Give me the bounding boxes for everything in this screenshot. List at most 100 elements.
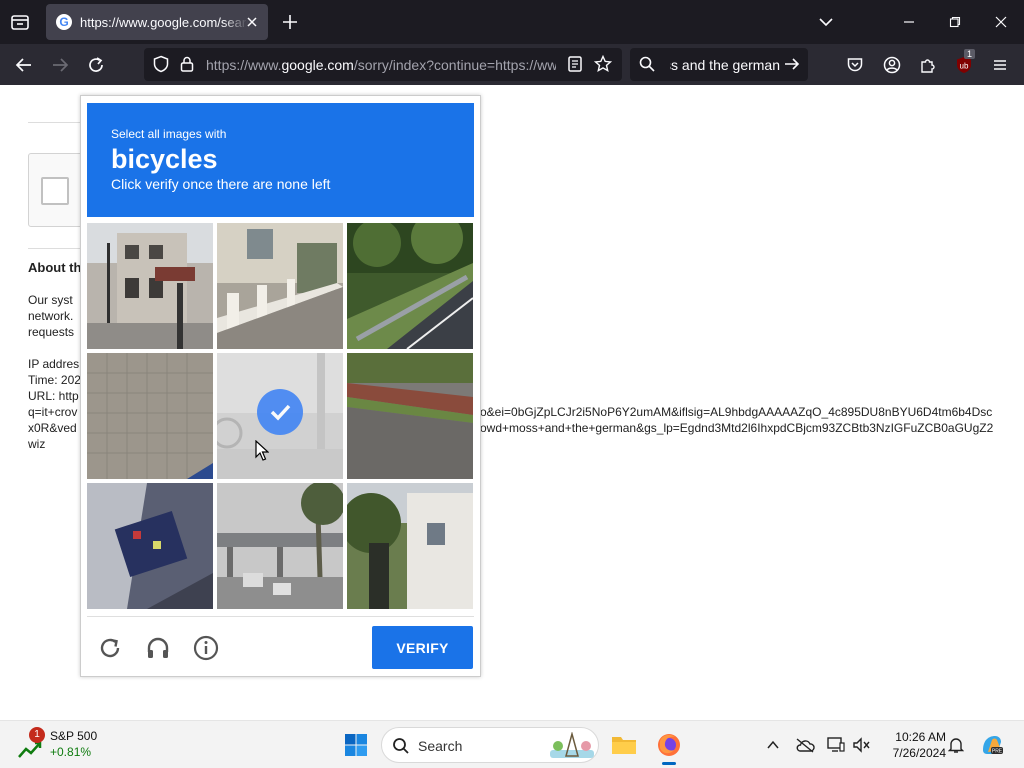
stock-widget[interactable]: 1 S&P 500 +0.81%	[18, 727, 128, 763]
search-bar[interactable]: it crowd moss and the german	[630, 48, 808, 81]
reload-icon[interactable]	[83, 52, 109, 78]
stock-chart-icon	[18, 741, 42, 758]
url-line: URL: http	[28, 389, 79, 403]
search-input-text: it crowd moss and the german	[670, 57, 780, 73]
back-arrow-icon[interactable]	[11, 52, 37, 78]
captcha-tile-5[interactable]	[217, 353, 343, 479]
browser-tab[interactable]: G https://www.google.com/search?q=it+cro…	[46, 4, 268, 40]
info-line: network.	[28, 309, 74, 323]
captcha-tile-8[interactable]	[217, 483, 343, 609]
windows-taskbar: 1 S&P 500 +0.81% Search 10:26 AM 7/26/20…	[0, 720, 1024, 768]
target-object: bicycles	[111, 144, 218, 174]
search-go-arrow-icon[interactable]	[779, 51, 805, 77]
search-icon	[393, 738, 409, 754]
url-text: https://www.google.com/sorry/index?conti…	[206, 57, 556, 73]
stock-change: +0.81%	[50, 745, 92, 759]
tab-strip: G https://www.google.com/search?q=it+cro…	[0, 0, 1024, 44]
notifications-bell-icon[interactable]	[946, 735, 966, 755]
close-window-icon[interactable]	[978, 0, 1024, 44]
extension-badge: 1	[964, 49, 976, 59]
captcha-tile-1[interactable]	[87, 223, 213, 349]
new-tab-plus-icon[interactable]	[280, 12, 300, 32]
about-heading: About th	[28, 260, 82, 275]
tab-title: https://www.google.com/search?q=it+crowd…	[80, 14, 248, 30]
svg-text:ub: ub	[960, 62, 969, 71]
account-icon[interactable]	[879, 52, 905, 78]
active-app-indicator	[662, 762, 676, 765]
windows-start-icon[interactable]	[340, 729, 372, 761]
info-icon[interactable]	[191, 633, 221, 663]
ip-line: IP addres	[28, 357, 80, 371]
bookmark-star-icon[interactable]	[590, 51, 616, 77]
extensions-puzzle-icon[interactable]	[915, 52, 941, 78]
volume-muted-icon[interactable]	[852, 735, 872, 755]
network-display-icon[interactable]	[826, 735, 846, 755]
url-line: wiz	[28, 437, 46, 451]
forward-arrow-icon[interactable]	[47, 52, 73, 78]
url-line: q=it+crov	[28, 405, 78, 419]
captcha-tile-3[interactable]	[347, 223, 473, 349]
selected-checkmark-icon	[257, 389, 303, 435]
file-explorer-folder-icon[interactable]	[608, 729, 640, 761]
pocket-icon[interactable]	[842, 52, 868, 78]
copilot-icon[interactable]: PRE	[976, 729, 1008, 761]
search-magnifier-icon	[634, 51, 660, 77]
captcha-tile-6[interactable]	[347, 353, 473, 479]
tracking-protection-shield-icon[interactable]	[148, 51, 174, 77]
stock-name: S&P 500	[50, 729, 98, 743]
firefox-view-icon[interactable]	[8, 10, 32, 34]
search-placeholder: Search	[418, 738, 463, 754]
recaptcha-challenge-popup: Select all images with bicycles Click ve…	[80, 95, 481, 677]
url-line-right: owd+moss+and+the+german&gs_lp=Egdnd3Mtd2…	[480, 421, 994, 435]
restore-icon[interactable]	[932, 0, 978, 44]
taskbar-search-box[interactable]: Search	[381, 727, 599, 763]
recaptcha-checkbox[interactable]	[41, 177, 69, 205]
clock-date: 7/26/2024	[892, 746, 946, 760]
captcha-tile-4[interactable]	[87, 353, 213, 479]
divider	[87, 616, 474, 617]
mouse-cursor-icon	[255, 439, 270, 462]
close-tab-icon[interactable]	[244, 14, 260, 30]
url-bar[interactable]: https://www.google.com/sorry/index?conti…	[144, 48, 622, 81]
reader-view-icon[interactable]	[562, 51, 588, 77]
instruction-text: Select all images with	[111, 127, 227, 141]
time-line: Time: 202	[28, 373, 81, 387]
closeup-image	[87, 483, 213, 609]
captcha-tile-9[interactable]	[347, 483, 473, 609]
minimize-icon[interactable]	[886, 0, 932, 44]
road-image	[347, 223, 473, 349]
audio-challenge-headphones-icon[interactable]	[143, 633, 173, 663]
navigation-toolbar: https://www.google.com/sorry/index?conti…	[0, 44, 1024, 85]
info-line: Our syst	[28, 293, 73, 307]
clock-time: 10:26 AM	[895, 730, 946, 744]
captcha-tile-2[interactable]	[217, 223, 343, 349]
image-grid	[87, 223, 474, 610]
captcha-tile-7[interactable]	[87, 483, 213, 609]
show-hidden-icons-chevron-icon[interactable]	[763, 735, 783, 755]
info-line: requests	[28, 325, 75, 339]
onedrive-offline-icon[interactable]	[795, 735, 815, 755]
notification-badge: 1	[29, 727, 45, 743]
pavement-image	[87, 353, 213, 479]
verify-button[interactable]: VERIFY	[372, 626, 473, 669]
instruction-subtext: Click verify once there are none left	[111, 176, 331, 192]
hamburger-menu-icon[interactable]	[987, 52, 1013, 78]
house-image	[347, 483, 473, 609]
svg-text:PRE: PRE	[992, 749, 1003, 755]
system-clock[interactable]: 10:26 AM 7/26/2024	[878, 729, 946, 761]
google-favicon-icon: G	[56, 14, 72, 30]
challenge-header: Select all images with bicycles Click ve…	[87, 103, 474, 217]
recaptcha-anchor-box	[28, 153, 88, 227]
street-image	[217, 223, 343, 349]
street-image	[87, 223, 213, 349]
url-line: x0R&ved	[28, 421, 77, 435]
search-highlight-paris-icon	[550, 732, 594, 758]
reload-challenge-icon[interactable]	[95, 633, 125, 663]
lock-icon[interactable]	[174, 51, 200, 77]
divider	[28, 248, 88, 249]
firefox-taskbar-icon[interactable]	[653, 729, 685, 761]
list-all-tabs-chevron-icon[interactable]	[816, 12, 836, 32]
url-line-right: o&ei=0bGjZpLCJr2i5NoP6Y2umAM&iflsig=AL9h…	[480, 405, 993, 419]
road-image	[347, 353, 473, 479]
ublock-origin-icon[interactable]: ub 1	[951, 49, 977, 78]
